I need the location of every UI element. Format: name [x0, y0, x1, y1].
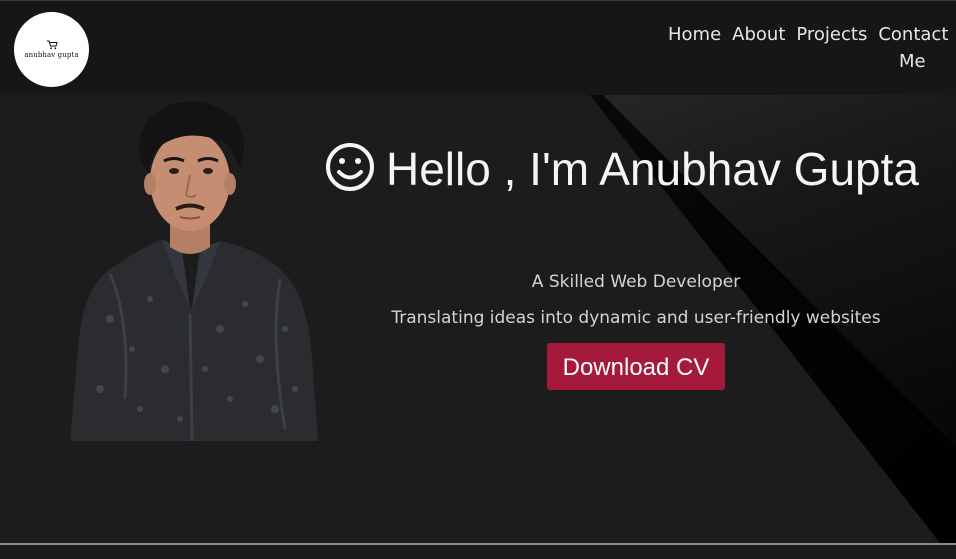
main-nav: Home About Projects Contact Me	[668, 21, 956, 75]
hero-section: Hello , I'm Anubhav Gupta A Skilled Web …	[0, 95, 956, 543]
hero-heading-text: Hello , I'm Anubhav Gupta	[386, 143, 919, 195]
nav-link-projects[interactable]: Projects	[796, 24, 867, 45]
site-logo[interactable]: anubhav gupta	[14, 12, 89, 87]
page-bottom	[0, 545, 956, 559]
profile-photo	[70, 102, 318, 441]
cart-icon	[46, 40, 58, 50]
hero-subtitle: A Skilled Web Developer	[531, 272, 741, 292]
navbar: anubhav gupta Home About Projects Contact M…	[0, 0, 956, 95]
hero-tagline: Translating ideas into dynamic and user-…	[391, 308, 881, 328]
hero-heading: Hello , I'm Anubhav Gupta	[324, 141, 924, 197]
logo-text: anubhav gupta	[24, 51, 79, 59]
nav-link-home[interactable]: Home	[668, 24, 721, 45]
download-cv-button[interactable]: Download CV	[547, 343, 725, 390]
nav-link-about[interactable]: About	[732, 24, 785, 45]
smiley-face-icon	[326, 143, 374, 191]
nav-link-contact[interactable]: Contact Me	[878, 21, 948, 75]
